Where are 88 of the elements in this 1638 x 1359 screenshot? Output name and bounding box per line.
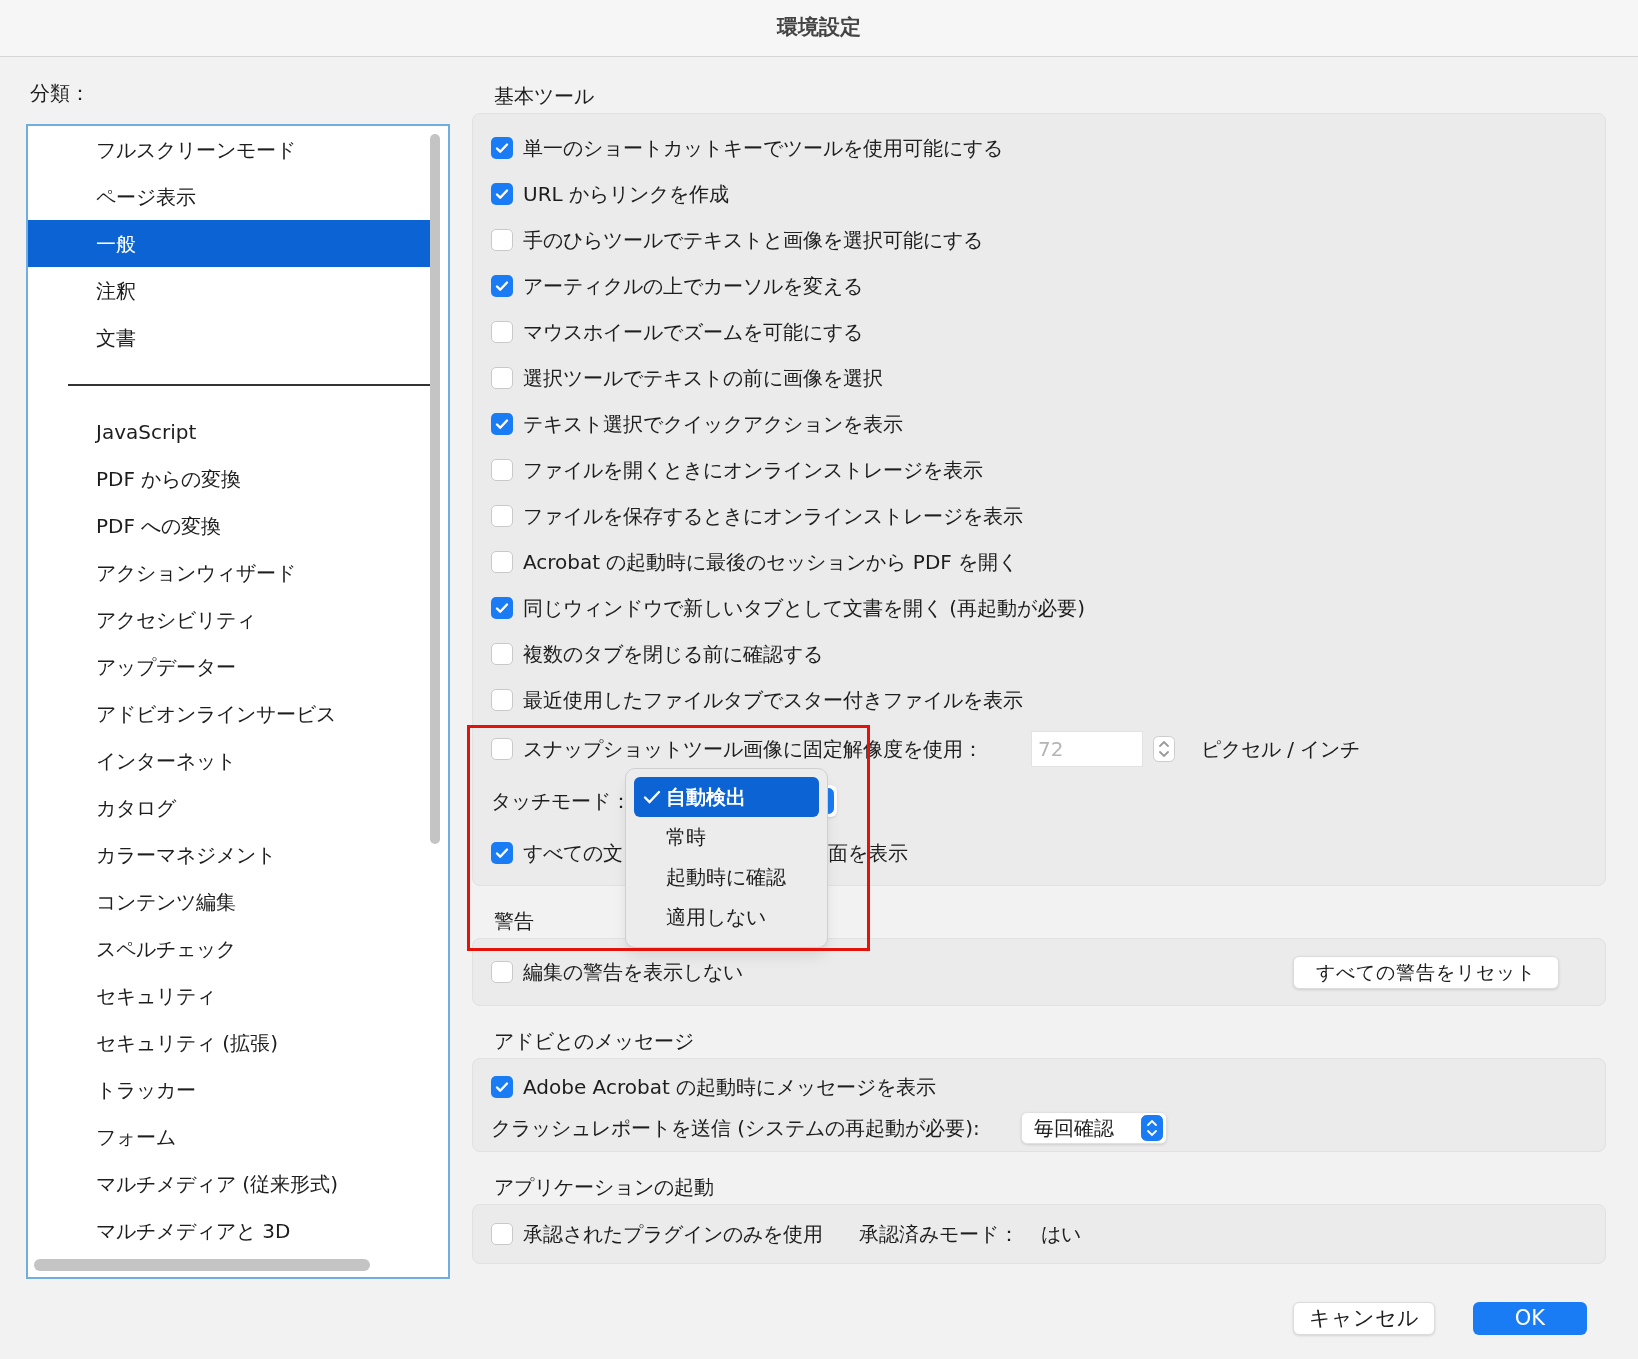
- category-item[interactable]: 注釈: [28, 267, 430, 314]
- check-icon: [494, 186, 510, 202]
- check-icon: [494, 278, 510, 294]
- category-item[interactable]: アクションウィザード: [28, 549, 430, 596]
- checkbox[interactable]: [491, 1223, 513, 1245]
- option-label: Acrobat の起動時に最後のセッションから PDF を開く: [523, 549, 1019, 576]
- option-label: すべての文: [523, 840, 623, 867]
- option-label: URL からリンクを作成: [523, 181, 730, 208]
- check-icon: [494, 416, 510, 432]
- stepper-icon[interactable]: [1141, 1115, 1163, 1141]
- checkbox[interactable]: [491, 689, 513, 711]
- checkbox[interactable]: [491, 597, 513, 619]
- menu-item[interactable]: 起動時に確認: [634, 857, 819, 897]
- option-label: テキスト選択でクイックアクションを表示: [523, 411, 903, 438]
- category-item[interactable]: ページ表示: [28, 173, 430, 220]
- menu-item[interactable]: 適用しない: [634, 897, 819, 937]
- checkbox[interactable]: [491, 643, 513, 665]
- category-item[interactable]: フルスクリーンモード: [28, 126, 430, 173]
- check-icon: [494, 600, 510, 616]
- option-label: 手のひらツールでテキストと画像を選択可能にする: [523, 227, 983, 254]
- window-title: 環境設定: [777, 14, 861, 42]
- checkbox[interactable]: [491, 1076, 513, 1098]
- category-item[interactable]: カタログ: [28, 784, 430, 831]
- checkbox[interactable]: [491, 183, 513, 205]
- option-label: アーティクルの上でカーソルを変える: [523, 273, 863, 300]
- section-heading: アドビとのメッセージ: [494, 1028, 694, 1055]
- category-item[interactable]: スペルチェック: [28, 925, 430, 972]
- reset-warnings-button[interactable]: すべての警告をリセット: [1293, 955, 1559, 989]
- section-heading: 基本ツール: [494, 83, 594, 110]
- option-label: マウスホイールでズームを可能にする: [523, 319, 863, 346]
- checkbox[interactable]: [491, 459, 513, 481]
- category-item[interactable]: トラッカー: [28, 1066, 430, 1113]
- category-item[interactable]: アクセシビリティ: [28, 596, 430, 643]
- horizontal-scrollbar[interactable]: [34, 1259, 370, 1271]
- ok-button[interactable]: OK: [1473, 1302, 1587, 1335]
- checkbox[interactable]: [491, 842, 513, 864]
- option-label: 面を表示: [828, 840, 908, 867]
- option-label: クラッシュレポートを送信 (システムの再起動が必要):: [491, 1115, 981, 1142]
- option-label: 選択ツールでテキストの前に画像を選択: [523, 365, 883, 392]
- category-item[interactable]: 文書: [28, 314, 430, 361]
- category-item[interactable]: マルチメディアと 3D: [28, 1207, 430, 1254]
- check-icon: [494, 140, 510, 156]
- category-item[interactable]: アップデーター: [28, 643, 430, 690]
- category-item[interactable]: PDF からの変換: [28, 455, 430, 502]
- stepper-icon[interactable]: [1153, 736, 1175, 762]
- checkbox[interactable]: [491, 505, 513, 527]
- category-item[interactable]: セキュリティ: [28, 972, 430, 1019]
- touch-mode-label: タッチモード：: [491, 788, 632, 815]
- check-icon: [494, 845, 510, 861]
- menu-item[interactable]: 常時: [634, 817, 819, 857]
- mode-value: はい: [1041, 1221, 1081, 1248]
- checkbox[interactable]: [491, 551, 513, 573]
- section-heading: アプリケーションの起動: [494, 1174, 714, 1201]
- section-heading: 警告: [494, 908, 534, 935]
- crash-report-dropdown[interactable]: 毎回確認: [1021, 1112, 1167, 1144]
- category-item[interactable]: JavaScript: [28, 408, 430, 455]
- vertical-scrollbar[interactable]: [430, 134, 440, 844]
- checkbox[interactable]: [491, 137, 513, 159]
- option-label: 単一のショートカットキーでツールを使用可能にする: [523, 135, 1003, 162]
- checkbox[interactable]: [491, 961, 513, 983]
- category-item[interactable]: フォーム: [28, 1113, 430, 1160]
- checkbox[interactable]: [491, 367, 513, 389]
- category-item[interactable]: 一般: [28, 220, 430, 267]
- option-label: 承認されたプラグインのみを使用: [523, 1221, 823, 1248]
- checkbox[interactable]: [491, 413, 513, 435]
- mode-label: 承認済みモード：: [859, 1221, 1019, 1248]
- checkbox[interactable]: [491, 321, 513, 343]
- category-item[interactable]: PDF への変換: [28, 502, 430, 549]
- option-label: 最近使用したファイルタブでスター付きファイルを表示: [523, 687, 1023, 714]
- option-label: ファイルを保存するときにオンラインストレージを表示: [523, 503, 1023, 530]
- category-item[interactable]: マルチメディア (従来形式): [28, 1160, 430, 1207]
- category-item[interactable]: セキュリティ (拡張): [28, 1019, 430, 1066]
- unit-label: ピクセル / インチ: [1201, 736, 1361, 763]
- cancel-button[interactable]: キャンセル: [1293, 1302, 1435, 1335]
- option-label: Adobe Acrobat の起動時にメッセージを表示: [523, 1074, 937, 1101]
- category-item[interactable]: コンテンツ編集: [28, 878, 430, 925]
- category-label: 分類：: [29, 79, 90, 107]
- category-item[interactable]: カラーマネジメント: [28, 831, 430, 878]
- option-label: 編集の警告を表示しない: [523, 959, 743, 986]
- checkbox[interactable]: [491, 275, 513, 297]
- check-icon: [494, 1079, 510, 1095]
- menu-item[interactable]: 自動検出: [634, 777, 819, 817]
- checkbox[interactable]: [491, 229, 513, 251]
- option-label: ファイルを開くときにオンラインストレージを表示: [523, 457, 983, 484]
- option-label: 同じウィンドウで新しいタブとして文書を開く (再起動が必要): [523, 595, 1085, 622]
- option-label: 複数のタブを閉じる前に確認する: [523, 641, 823, 668]
- category-item[interactable]: インターネット: [28, 737, 430, 784]
- category-item[interactable]: アドビオンラインサービス: [28, 690, 430, 737]
